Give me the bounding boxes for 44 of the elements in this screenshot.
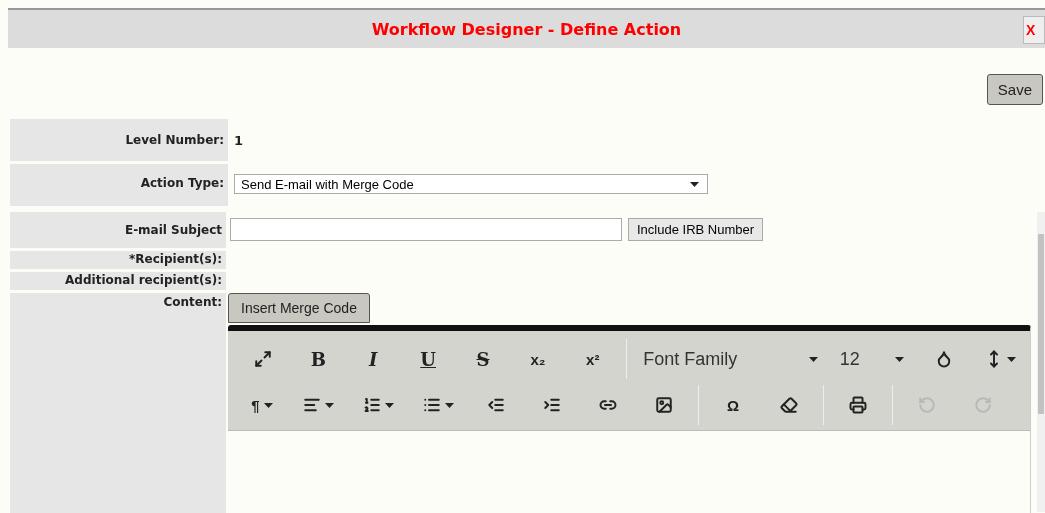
- field-value: 1: [234, 133, 244, 150]
- undo-icon: [918, 396, 936, 414]
- eraser-icon: [780, 396, 798, 414]
- insert-merge-code-button[interactable]: Insert Merge Code: [228, 293, 370, 323]
- save-button[interactable]: Save: [986, 74, 1043, 105]
- scrollbar[interactable]: [1037, 212, 1045, 512]
- caret-icon: [263, 402, 273, 408]
- format-button[interactable]: S: [455, 339, 511, 379]
- printer-icon: [849, 396, 867, 414]
- field-label: Level Number:: [125, 132, 224, 147]
- field-label: Content:: [163, 294, 222, 309]
- dropdown-button[interactable]: Font Family: [633, 339, 830, 379]
- outdent-icon: [487, 396, 505, 414]
- format-button[interactable]: I: [345, 339, 401, 379]
- redo-icon: [974, 396, 992, 414]
- format-button[interactable]: x²: [565, 339, 621, 379]
- expand-icon: [254, 350, 273, 368]
- dropdown-button[interactable]: 12: [829, 339, 917, 379]
- indent-icon: [543, 396, 561, 414]
- subject-input[interactable]: [230, 218, 622, 241]
- action-type-select[interactable]: Send E-mail with Merge Code: [234, 174, 708, 194]
- format-button[interactable]: Ω: [705, 385, 761, 425]
- field-label: E-mail Subject: [124, 222, 222, 237]
- caret-icon: [808, 356, 818, 362]
- format-button[interactable]: B: [290, 339, 346, 379]
- numbered-list-icon: [362, 396, 381, 414]
- align-left-icon: [302, 396, 321, 414]
- image-icon: [655, 396, 673, 414]
- caret-icon: [444, 402, 454, 408]
- paragraph-button[interactable]: ¶: [236, 385, 288, 425]
- caret-icon: [324, 402, 334, 408]
- rich-text-editor[interactable]: B I U S x₂ x² Font Family 12 ¶ Ω: [228, 325, 1031, 513]
- window-title: Workflow Designer - Define Action: [371, 19, 682, 39]
- field-label: *Recipient(s):: [129, 251, 222, 266]
- caret-icon: [690, 181, 699, 187]
- include-irb-button[interactable]: Include IRB Number: [628, 218, 764, 241]
- caret-icon: [895, 356, 905, 362]
- field-label: Action Type:: [140, 175, 224, 190]
- caret-icon: [1007, 356, 1017, 362]
- bullet-list-icon: [422, 396, 441, 414]
- caret-icon: [384, 402, 394, 408]
- format-button[interactable]: x₂: [510, 339, 566, 379]
- format-button[interactable]: U: [400, 339, 456, 379]
- field-label: Additional recipient(s):: [65, 272, 222, 287]
